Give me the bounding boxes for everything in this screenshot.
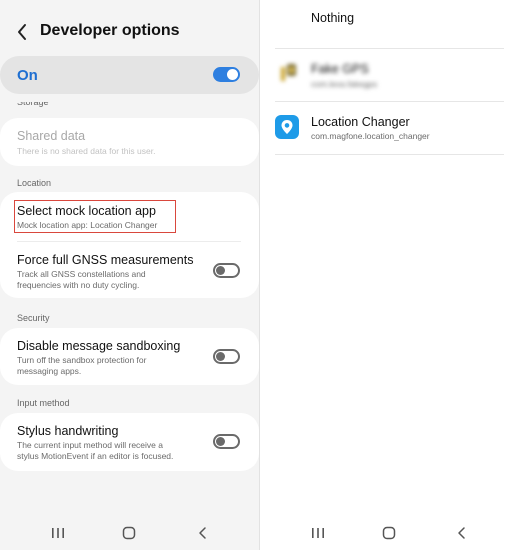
- stylus-subtitle-line2: stylus MotionEvent if an editor is focus…: [17, 451, 174, 461]
- chevron-left-icon: [18, 24, 26, 40]
- toggle-knob: [227, 69, 238, 80]
- stylus-toggle[interactable]: [213, 434, 240, 449]
- stylus-subtitle-line1: The current input method will receive a: [17, 440, 163, 450]
- recents-icon: [312, 528, 324, 538]
- nav-back-button[interactable]: [193, 520, 213, 546]
- home-button[interactable]: [379, 520, 399, 546]
- home-button[interactable]: [119, 520, 139, 546]
- app-option-location-changer[interactable]: Location Changer com.magfone.location_ch…: [275, 102, 504, 154]
- app-name: Location Changer: [311, 115, 410, 129]
- section-header-location: Location: [17, 178, 52, 188]
- sandbox-subtitle-line1: Turn off the sandbox protection for: [17, 355, 147, 365]
- master-switch-label: On: [17, 67, 38, 84]
- gnss-toggle[interactable]: [213, 263, 240, 278]
- master-toggle[interactable]: [213, 67, 240, 82]
- app-name: Nothing: [311, 11, 355, 25]
- app-package: com.lexa.fakegps: [311, 79, 378, 89]
- input-method-card: Stylus handwriting The current input met…: [0, 413, 259, 471]
- highlight-annotation: [14, 200, 176, 233]
- stylus-row[interactable]: Stylus handwriting The current input met…: [0, 413, 259, 471]
- toggle-knob: [216, 352, 225, 361]
- toggle-knob: [216, 266, 225, 275]
- home-icon: [382, 526, 396, 540]
- sandbox-toggle[interactable]: [213, 349, 240, 364]
- shared-data-subtitle: There is no shared data for this user.: [17, 146, 156, 156]
- gnss-title: Force full GNSS measurements: [17, 253, 194, 267]
- sandbox-title: Disable message sandboxing: [17, 339, 181, 353]
- list-divider: [275, 154, 504, 155]
- recents-icon: [52, 528, 64, 538]
- back-icon: [199, 527, 206, 539]
- gnss-row[interactable]: Force full GNSS measurements Track all G…: [0, 242, 259, 298]
- section-header-input-method: Input method: [17, 398, 70, 408]
- sandbox-row[interactable]: Disable message sandboxing Turn off the …: [0, 328, 259, 385]
- app-option-fake-gps[interactable]: Fake GPS com.lexa.fakegps: [275, 49, 504, 101]
- sandbox-subtitle-line2: messaging apps.: [17, 366, 82, 376]
- fake-gps-app-icon: [281, 64, 296, 81]
- stylus-title: Stylus handwriting: [17, 424, 119, 438]
- storage-card: Shared data There is no shared data for …: [0, 118, 259, 166]
- home-icon: [122, 526, 136, 540]
- app-option-nothing[interactable]: Nothing: [275, 0, 504, 48]
- shared-data-row: Shared data There is no shared data for …: [0, 118, 259, 166]
- gnss-subtitle-line2: frequencies with no duty cycling.: [17, 280, 140, 290]
- recents-button[interactable]: [308, 520, 328, 546]
- back-icon: [458, 527, 465, 539]
- master-switch-row[interactable]: On: [0, 56, 259, 94]
- page-title: Developer options: [40, 22, 180, 39]
- nav-back-button[interactable]: [452, 520, 472, 546]
- back-button[interactable]: [10, 20, 34, 44]
- toggle-knob: [216, 437, 225, 446]
- security-card: Disable message sandboxing Turn off the …: [0, 328, 259, 385]
- gnss-subtitle-line1: Track all GNSS constellations and: [17, 269, 146, 279]
- section-header-security: Security: [17, 313, 50, 323]
- mock-location-app-picker: Nothing Fake GPS com.lexa.fakegps Locati…: [260, 0, 518, 550]
- section-header-storage: Storage: [17, 102, 49, 107]
- app-package: com.magfone.location_changer: [311, 131, 430, 141]
- app-bar: Developer options: [0, 0, 259, 58]
- app-name: Fake GPS: [311, 62, 369, 76]
- location-pin-app-icon: [275, 115, 299, 139]
- shared-data-title: Shared data: [17, 129, 86, 143]
- developer-options-pane: Developer options On Storage Shared data…: [0, 0, 259, 550]
- recents-button[interactable]: [48, 520, 68, 546]
